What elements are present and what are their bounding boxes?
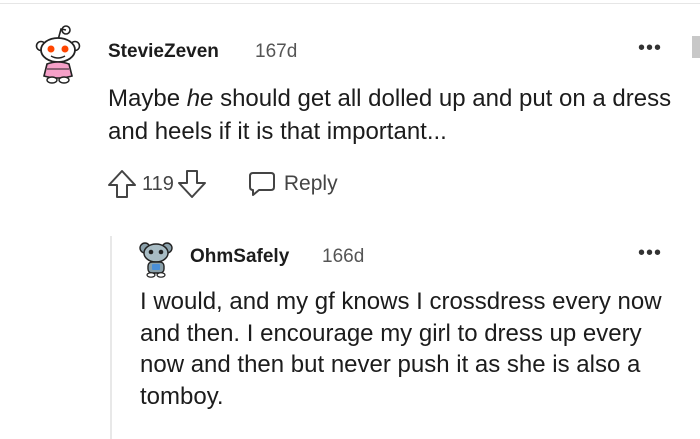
upvote-arrow-icon [108,170,136,198]
comment-age[interactable]: 167d [255,41,297,63]
upvote-button[interactable] [106,168,138,200]
snoo-avatar-icon [35,25,81,84]
more-options-button[interactable]: ••• [638,38,662,58]
more-options-button[interactable]: ••• [638,243,662,263]
snoo-avatar-icon [139,242,173,278]
divider [0,3,700,4]
comment-bubble-icon [248,172,275,196]
comment-body: I would, and my gf knows I crossdress ev… [140,288,662,410]
downvote-arrow-icon [177,170,206,198]
comment-actions: 119 Reply [106,168,338,200]
downvote-button[interactable] [176,168,208,200]
reply-label: Reply [283,172,338,195]
comment-author[interactable]: StevieZeven [108,41,219,63]
comment-thread: StevieZeven 167d ••• Maybe he should get… [0,0,700,439]
reply-button[interactable]: Reply [248,171,338,197]
comment-age[interactable]: 166d [322,246,364,268]
avatar[interactable] [32,24,84,84]
comment-body: Maybe he should get all dolled up and pu… [108,82,683,148]
comment-text: Maybe [108,85,187,112]
avatar[interactable] [138,238,174,278]
vote-count: 119 [142,172,174,195]
comment-text-emphasis: he [186,85,214,112]
scrollbar[interactable] [692,36,700,58]
comment-author[interactable]: OhmSafely [190,246,289,268]
thread-line[interactable] [110,236,112,439]
